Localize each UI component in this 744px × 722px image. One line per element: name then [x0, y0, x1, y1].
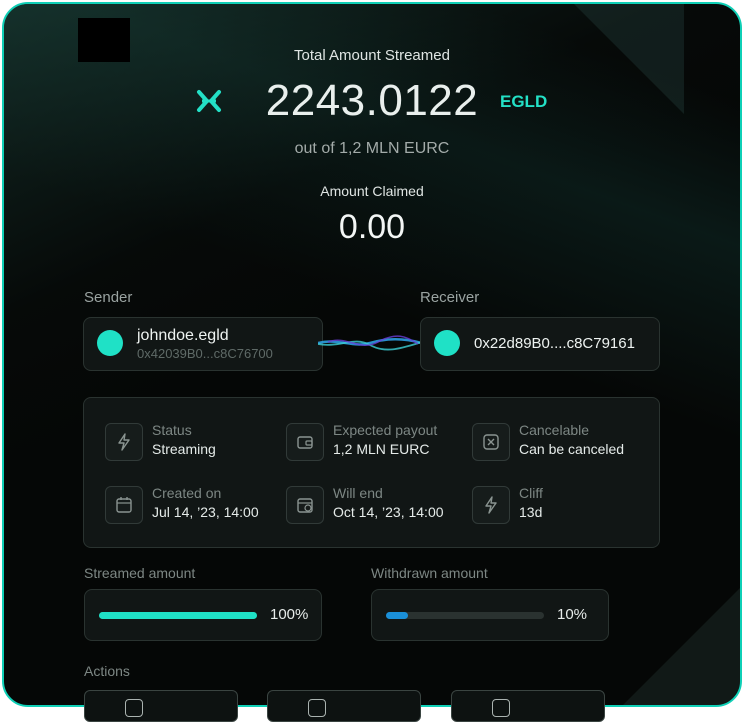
lightning-icon	[105, 423, 143, 461]
end-key: Will end	[333, 485, 383, 501]
sender-card[interactable]: johndoe.egld 0x42039B0...c8C76700	[83, 317, 323, 371]
action-icon	[492, 699, 510, 717]
sender-avatar	[97, 330, 123, 356]
status-key: Status	[152, 422, 192, 438]
status-value: Streaming	[152, 441, 216, 457]
payout-key: Expected payout	[333, 422, 438, 438]
streamed-amount-label: Streamed amount	[84, 565, 196, 581]
receiver-avatar	[434, 330, 460, 356]
withdrawn-progress-fill	[386, 612, 408, 619]
created-key: Created on	[152, 485, 222, 501]
withdrawn-progress-card: 10%	[371, 589, 609, 641]
actions-label: Actions	[84, 663, 130, 679]
streamed-percent: 100%	[270, 606, 309, 623]
sender-label: Sender	[84, 289, 133, 306]
sender-name: johndoe.egld	[137, 327, 229, 344]
total-amount-value: 2243.0122	[265, 76, 479, 125]
total-amount-row: 2243.0122 EGLD	[0, 76, 744, 132]
stream-wave-graphic	[318, 335, 422, 351]
calendar-check-icon	[286, 486, 324, 524]
currency-label: EGLD	[500, 92, 548, 111]
background-shape	[604, 564, 740, 705]
receiver-label: Receiver	[420, 289, 480, 306]
payout-value: 1,2 MLN EURC	[333, 441, 430, 457]
receiver-card[interactable]: 0x22d89B0....c8C79161	[420, 317, 660, 371]
withdrawn-percent: 10%	[557, 606, 588, 623]
lightning-icon	[472, 486, 510, 524]
wallet-icon	[286, 423, 324, 461]
receiver-address: 0x22d89B0....c8C79161	[474, 335, 635, 352]
cliff-value: 13d	[519, 504, 543, 520]
action-button[interactable]	[451, 690, 605, 722]
sender-address: 0x42039B0...c8C76700	[137, 346, 273, 361]
total-amount-label: Total Amount Streamed	[294, 47, 450, 64]
claimed-label: Amount Claimed	[320, 183, 424, 199]
action-icon	[125, 699, 143, 717]
action-button[interactable]	[84, 690, 238, 722]
cancel-x-icon	[472, 423, 510, 461]
end-value: Oct 14, ’23, 14:00	[333, 504, 444, 520]
created-value: Jul 14, ’23, 14:00	[152, 504, 259, 520]
total-out-of: out of 1,2 MLN EURC	[294, 140, 450, 157]
calendar-icon	[105, 486, 143, 524]
claimed-value: 0.00	[338, 208, 406, 246]
action-icon	[308, 699, 326, 717]
cancelable-key: Cancelable	[519, 422, 590, 438]
action-button[interactable]	[267, 690, 421, 722]
cliff-key: Cliff	[519, 485, 543, 501]
streamed-progress-track	[99, 612, 257, 619]
streamed-progress-card: 100%	[84, 589, 322, 641]
stream-info-panel: Status Streaming Expected payout 1,2 MLN…	[83, 397, 660, 548]
withdrawn-amount-label: Withdrawn amount	[371, 565, 488, 581]
streamed-progress-fill	[99, 612, 257, 619]
withdrawn-progress-track	[386, 612, 544, 619]
cancelable-value: Can be canceled	[519, 441, 625, 457]
